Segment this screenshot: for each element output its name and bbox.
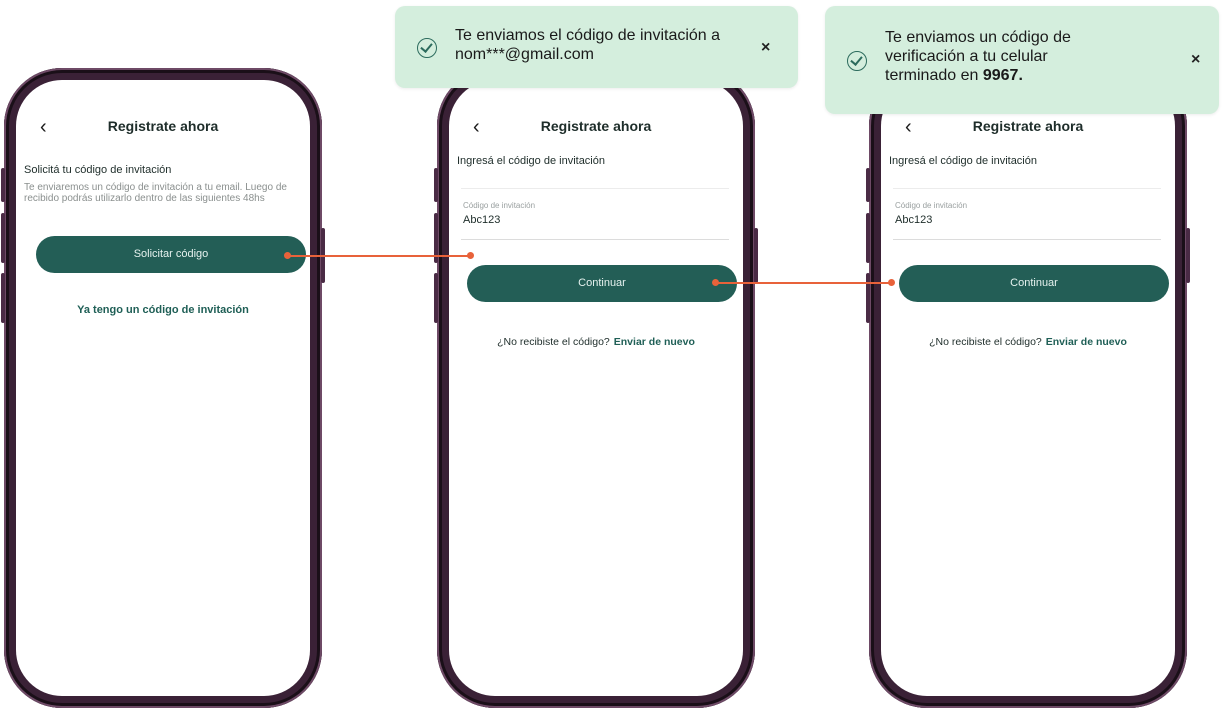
invitation-code-field[interactable]: Código de invitación Abc123 bbox=[893, 188, 1161, 240]
toast-line-2: verificación a tu celular bbox=[885, 48, 1048, 65]
nav-bar: ‹ Registrate ahora bbox=[449, 114, 743, 142]
continue-button[interactable]: Continuar bbox=[899, 265, 1169, 302]
flow-connector-1-start bbox=[284, 252, 291, 259]
page-title: Registrate ahora bbox=[972, 118, 1084, 134]
phone-frame-3: ‹ Registrate ahora Ingresá el código de … bbox=[866, 68, 1190, 708]
field-value[interactable]: Abc123 bbox=[895, 214, 932, 226]
resend-prompt: ¿No recibiste el código? bbox=[497, 336, 610, 348]
section-heading: Ingresá el código de invitación bbox=[889, 155, 1037, 167]
page-title: Registrate ahora bbox=[540, 118, 652, 134]
phone-suffix: 9967. bbox=[982, 67, 1023, 84]
toast-verification-sent: Te enviamos un código de verificación a … bbox=[825, 6, 1219, 114]
phone-frame-1: ‹ Registrate ahora Solicitá tu código de… bbox=[1, 68, 325, 708]
have-code-link[interactable]: Ya tengo un código de invitación bbox=[16, 304, 310, 316]
resend-row: ¿No recibiste el código? Enviar de nuevo bbox=[449, 336, 743, 348]
flow-connector-2-start bbox=[712, 279, 719, 286]
screen-enter-code: ‹ Registrate ahora Ingresá el código de … bbox=[449, 80, 743, 696]
close-icon[interactable]: × bbox=[1191, 51, 1200, 69]
resend-row: ¿No recibiste el código? Enviar de nuevo bbox=[881, 336, 1175, 348]
invitation-code-field[interactable]: Código de invitación Abc123 bbox=[461, 188, 729, 240]
resend-link[interactable]: Enviar de nuevo bbox=[1046, 336, 1127, 348]
check-circle-icon bbox=[417, 38, 437, 58]
field-label: Código de invitación bbox=[895, 201, 968, 210]
toast-invitation-sent: Te enviamos el código de invitación a no… bbox=[395, 6, 798, 88]
flow-connector-2-end bbox=[888, 279, 895, 286]
phone-frame-2: ‹ Registrate ahora Ingresá el código de … bbox=[434, 68, 758, 708]
screen-verify-code: ‹ Registrate ahora Ingresá el código de … bbox=[881, 80, 1175, 696]
toast-line-3-prefix: terminado en bbox=[885, 67, 979, 84]
section-description: Te enviaremos un código de invitación a … bbox=[24, 182, 287, 204]
toast-message: Te enviamos el código de invitación a no… bbox=[455, 26, 720, 64]
section-heading: Solicitá tu código de invitación bbox=[24, 164, 172, 176]
check-circle-icon bbox=[847, 51, 867, 71]
section-heading: Ingresá el código de invitación bbox=[457, 155, 605, 167]
field-value[interactable]: Abc123 bbox=[463, 214, 500, 226]
request-code-button[interactable]: Solicitar código bbox=[36, 236, 306, 273]
toast-message: Te enviamos un código de verificación a … bbox=[885, 28, 1071, 85]
close-icon[interactable]: × bbox=[761, 39, 770, 57]
continue-button[interactable]: Continuar bbox=[467, 265, 737, 302]
flow-connector-1-end bbox=[467, 252, 474, 259]
toast-line-1: Te enviamos el código de invitación a bbox=[455, 27, 721, 44]
page-title: Registrate ahora bbox=[107, 118, 219, 134]
toast-line-1: Te enviamos un código de bbox=[885, 29, 1071, 46]
flow-connector-2 bbox=[716, 282, 893, 284]
resend-link[interactable]: Enviar de nuevo bbox=[614, 336, 695, 348]
nav-bar: ‹ Registrate ahora bbox=[881, 114, 1175, 142]
toast-line-2: nom***@gmail.com bbox=[455, 46, 594, 63]
resend-prompt: ¿No recibiste el código? bbox=[929, 336, 1042, 348]
field-label: Código de invitación bbox=[463, 201, 536, 210]
screen-request-code: ‹ Registrate ahora Solicitá tu código de… bbox=[16, 80, 310, 696]
nav-bar: ‹ Registrate ahora bbox=[16, 114, 310, 142]
toast-line-3: terminado en 9967. bbox=[885, 66, 1071, 85]
flow-connector-1 bbox=[288, 255, 470, 257]
